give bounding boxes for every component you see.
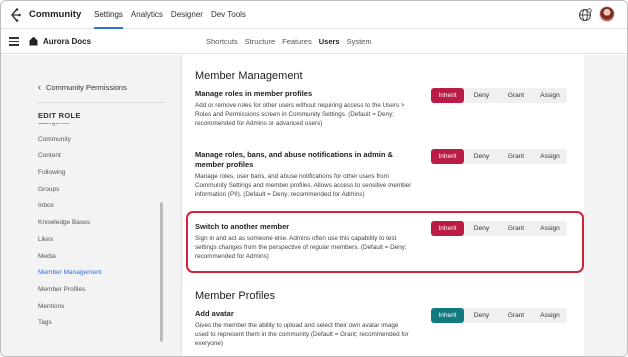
sidebar-item-inbox[interactable]: Inbox (38, 198, 156, 215)
site-nav-shortcuts[interactable]: Shortcuts (206, 30, 238, 54)
sidebar-item-groups[interactable]: Groups (38, 182, 156, 199)
chevron-left-icon: ‹ (38, 82, 41, 92)
sidebar-item-content[interactable]: Content (38, 148, 156, 165)
divider (37, 102, 165, 103)
grant-button[interactable]: Grant (499, 88, 533, 103)
assign-button[interactable]: Assign (533, 221, 567, 236)
assign-button[interactable]: Assign (533, 88, 567, 103)
section-title-member-profiles: Member Profiles (195, 290, 276, 302)
grant-button[interactable]: Grant (499, 308, 533, 323)
edit-role-heading: EDIT ROLE (38, 111, 81, 120)
site-nav: Shortcuts Structure Features Users Syste… (206, 30, 372, 54)
top-nav-analytics[interactable]: Analytics (131, 1, 163, 29)
sidebar-item-likes[interactable]: Likes (38, 232, 156, 249)
deny-button[interactable]: Deny (464, 221, 499, 236)
deny-button[interactable]: Deny (464, 308, 499, 323)
site-nav-system[interactable]: System (347, 30, 372, 54)
app-title: Community (29, 9, 82, 20)
permission-title: Switch to another member (195, 222, 290, 231)
sidebar-item-following[interactable]: Following (38, 165, 156, 182)
permission-title: Add avatar (195, 309, 234, 318)
site-nav-structure[interactable]: Structure (245, 30, 275, 54)
permission-description: Sign in and act as someone else. Admins … (195, 235, 407, 260)
permission-selector: Inherit Deny Grant Assign (431, 149, 567, 164)
site-nav-features[interactable]: Features (282, 30, 312, 54)
section-title-member-management: Member Management (195, 70, 303, 82)
sidebar-item-categories[interactable]: Categories (38, 123, 156, 132)
assign-button[interactable]: Assign (533, 308, 567, 323)
permission-selector: Inherit Deny Grant Assign (431, 308, 567, 323)
sidebar-scrollbar[interactable] (160, 202, 163, 342)
top-nav: Settings Analytics Designer Dev Tools (94, 1, 246, 29)
sidebar-item-media[interactable]: Media (38, 249, 156, 266)
permission-description: Gives the member the ability to upload a… (195, 322, 409, 347)
grant-button[interactable]: Grant (499, 149, 533, 164)
deny-button[interactable]: Deny (464, 88, 499, 103)
back-to-community-permissions[interactable]: ‹ Community Permissions (38, 82, 127, 92)
deny-button[interactable]: Deny (464, 149, 499, 164)
sidebar-item-knowledge-bases[interactable]: Knowledge Bases (38, 215, 156, 232)
permission-title: Manage roles in member profiles (195, 89, 313, 98)
site-bar: Aurora Docs Shortcuts Structure Features… (1, 30, 627, 54)
permission-description: Add or remove roles for other users with… (195, 102, 405, 127)
permission-title: Manage roles, bans, and abuse notificati… (195, 150, 393, 169)
top-nav-dev-tools[interactable]: Dev Tools (211, 1, 246, 29)
permissions-panel: Member Management Manage roles in member… (183, 55, 584, 356)
home-icon (29, 36, 38, 46)
back-link-label: Community Permissions (46, 82, 127, 92)
site-nav-users[interactable]: Users (319, 30, 340, 54)
avatar[interactable] (599, 6, 615, 22)
permission-selector: Inherit Deny Grant Assign (431, 88, 567, 103)
sidebar-list: Categories Community Content Following G… (38, 123, 156, 353)
sidebar: ‹ Community Permissions EDIT ROLE Catego… (1, 55, 182, 356)
assign-button[interactable]: Assign (533, 149, 567, 164)
hamburger-icon[interactable] (9, 37, 19, 46)
inherit-button[interactable]: Inherit (431, 221, 464, 236)
main-content: Member Management Manage roles in member… (183, 55, 627, 356)
site-title[interactable]: Aurora Docs (43, 37, 91, 46)
top-bar: Community Settings Analytics Designer De… (1, 1, 627, 29)
inherit-button[interactable]: Inherit (431, 308, 464, 323)
permission-description: Manage roles, user bans, and abuse notif… (195, 173, 412, 198)
sidebar-item-tags[interactable]: Tags (38, 315, 156, 332)
community-logo-icon[interactable] (9, 8, 21, 22)
sidebar-item-member-management[interactable]: Member Management (38, 265, 156, 282)
sidebar-item-mentions[interactable]: Mentions (38, 299, 156, 316)
top-nav-designer[interactable]: Designer (171, 1, 203, 29)
app-window: Community Settings Analytics Designer De… (0, 0, 628, 357)
top-nav-settings[interactable]: Settings (94, 1, 123, 29)
globe-icon[interactable] (578, 8, 592, 22)
sidebar-item-member-profiles[interactable]: Member Profiles (38, 282, 156, 299)
sidebar-item-community[interactable]: Community (38, 132, 156, 149)
permission-selector: Inherit Deny Grant Assign (431, 221, 567, 236)
inherit-button[interactable]: Inherit (431, 149, 464, 164)
inherit-button[interactable]: Inherit (431, 88, 464, 103)
grant-button[interactable]: Grant (499, 221, 533, 236)
